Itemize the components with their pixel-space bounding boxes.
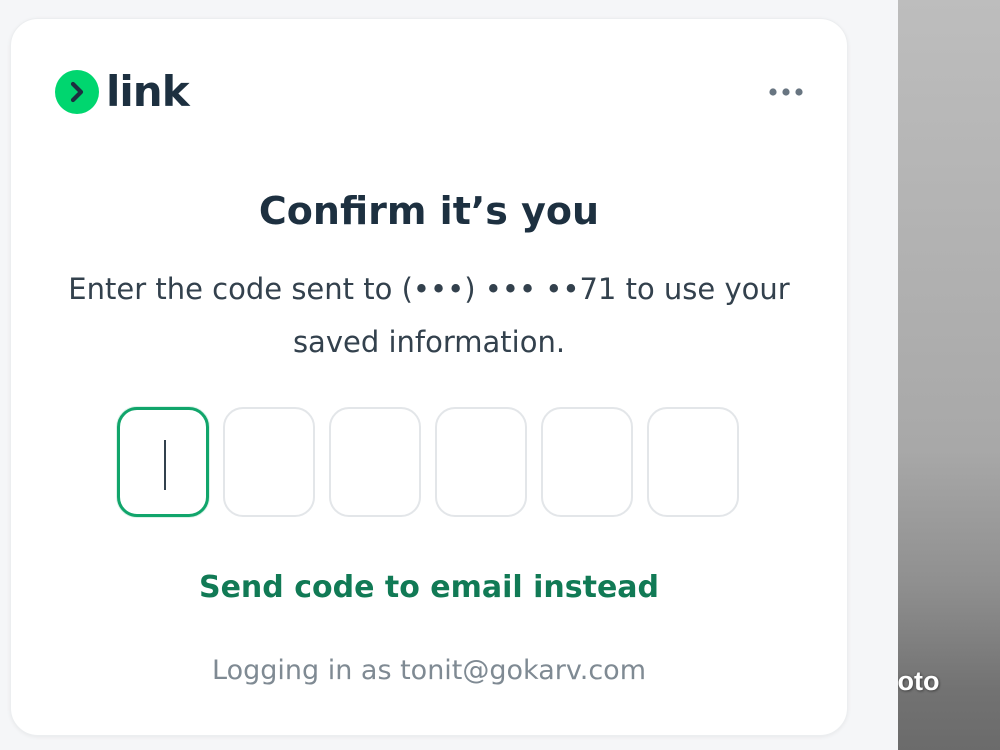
more-options-button[interactable]	[763, 77, 809, 107]
send-code-to-email-link[interactable]: Send code to email instead	[11, 564, 847, 612]
otp-digit-2[interactable]	[223, 407, 315, 517]
link-logo: link	[55, 67, 190, 116]
logo-wordmark: link	[106, 67, 190, 116]
otp-digit-1[interactable]	[117, 407, 209, 517]
otp-digit-3[interactable]	[329, 407, 421, 517]
verification-instructions: Enter the code sent to (•••) ••• ••71 to…	[68, 272, 790, 359]
text-caret	[164, 440, 166, 490]
screen: link Confirm it’s you Enter the code sen…	[0, 0, 1000, 750]
otp-code-input	[117, 407, 743, 517]
photo-caption-text: loto	[898, 666, 940, 696]
otp-digit-4[interactable]	[435, 407, 527, 517]
more-horizontal-icon	[769, 88, 803, 96]
page-title: Confirm it’s you	[258, 189, 600, 233]
background-photo-panel: loto	[898, 0, 1000, 750]
logged-in-account-note: Logging in as tonit@gokarv.com	[212, 655, 646, 686]
chevron-right-icon	[55, 70, 99, 114]
otp-digit-6[interactable]	[647, 407, 739, 517]
link-auth-card: link Confirm it’s you Enter the code sen…	[10, 18, 848, 736]
otp-digit-5[interactable]	[541, 407, 633, 517]
